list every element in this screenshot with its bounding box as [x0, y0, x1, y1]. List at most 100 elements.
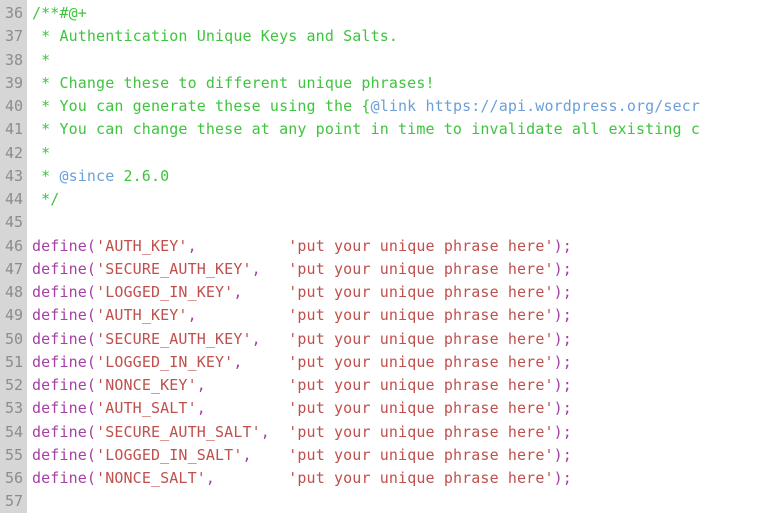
code-line[interactable]: *	[32, 142, 780, 165]
code-token-doc-tag: @since	[59, 166, 115, 185]
code-token-function: define(	[32, 306, 97, 325]
code-line[interactable]: * Authentication Unique Keys and Salts.	[32, 25, 780, 48]
code-token-punctuation: ,	[260, 422, 270, 441]
code-token-string: 'AUTH_KEY'	[96, 236, 188, 255]
code-line[interactable]: define('SECURE_AUTH_KEY', 'put your uniq…	[32, 328, 780, 351]
code-line[interactable]: define('NONCE_KEY', 'put your unique phr…	[32, 374, 780, 397]
line-number: 54	[4, 422, 23, 441]
code-line[interactable]: define('AUTH_SALT', 'put your unique phr…	[32, 397, 780, 420]
code-token-string: 'NONCE_SALT'	[96, 469, 206, 487]
code-token-punctuation: );	[553, 469, 572, 487]
code-line[interactable]: * Change these to different unique phras…	[32, 72, 780, 95]
code-line[interactable]: define('LOGGED_IN_KEY', 'put your unique…	[32, 351, 780, 374]
code-token-comment: *	[32, 166, 60, 185]
line-number-gutter[interactable]: 36 37 38 39 40 41 42 43 44 45 46 47 48 49 50 51 52 53 54 55…	[0, 0, 27, 513]
code-token-comment: * Change these to different unique phras…	[32, 73, 435, 92]
code-token-comment: *	[32, 143, 51, 162]
line-number: 47	[4, 259, 23, 278]
code-token-function: define(	[32, 259, 97, 278]
code-line[interactable]: */	[32, 188, 780, 211]
code-token-string: 'put your unique phrase here'	[288, 352, 554, 371]
code-token-punctuation: );	[553, 259, 572, 278]
line-number: 43	[4, 166, 23, 185]
code-token-punctuation: ,	[187, 236, 197, 255]
code-token-punctuation: );	[553, 399, 572, 418]
code-token-punctuation: ,	[242, 445, 252, 464]
code-token-string: 'put your unique phrase here'	[288, 329, 554, 348]
line-number: 38	[4, 50, 23, 69]
code-token-string: 'put your unique phrase here'	[288, 283, 554, 301]
code-line[interactable]	[32, 211, 780, 234]
line-number: 45	[4, 213, 23, 232]
line-number: 39	[4, 73, 23, 92]
code-token-punctuation: );	[553, 376, 572, 394]
code-line[interactable]: define('LOGGED_IN_KEY', 'put your unique…	[32, 281, 780, 304]
code-token-punctuation: );	[553, 352, 572, 371]
code-token-punctuation: ,	[187, 306, 197, 325]
code-line[interactable]: * You can generate these using the {@lin…	[32, 95, 780, 118]
code-token-string: 'put your unique phrase here'	[288, 306, 554, 325]
code-line[interactable]: define('NONCE_SALT', 'put your unique ph…	[32, 467, 780, 490]
code-line[interactable]: define('AUTH_KEY', 'put your unique phra…	[32, 304, 780, 327]
code-token-punctuation: );	[553, 236, 572, 255]
code-line[interactable]: * You can change these at any point in t…	[32, 118, 780, 141]
code-token-string: 'AUTH_KEY'	[96, 306, 188, 325]
code-token-string: 'put your unique phrase here'	[288, 259, 554, 278]
code-token-function: define(	[32, 329, 97, 348]
line-number: 57	[4, 492, 23, 511]
code-line[interactable]: define('LOGGED_IN_SALT', 'put your uniqu…	[32, 444, 780, 467]
code-token-function: define(	[32, 376, 97, 394]
code-token-string: 'put your unique phrase here'	[288, 445, 554, 464]
code-token-string: 'put your unique phrase here'	[288, 376, 554, 394]
code-line[interactable]: * @since 2.6.0	[32, 165, 780, 188]
code-token-string: 'put your unique phrase here'	[288, 399, 554, 418]
code-line[interactable]: define('SECURE_AUTH_KEY', 'put your uniq…	[32, 258, 780, 281]
code-content-area[interactable]: /**#@+ * Authentication Unique Keys and …	[27, 0, 780, 513]
code-token-comment: * You can generate these using the {	[32, 97, 371, 115]
code-token-comment: 2.6.0	[114, 166, 170, 185]
code-token-function: define(	[32, 236, 97, 255]
code-token-comment: *	[32, 50, 51, 69]
code-token-string: 'NONCE_KEY'	[96, 376, 197, 394]
line-number: 37	[4, 27, 23, 46]
line-number: 46	[4, 236, 23, 255]
code-token-punctuation: );	[553, 283, 572, 301]
code-token-punctuation: ,	[251, 259, 261, 278]
code-line[interactable]: /**#@+	[32, 2, 780, 25]
line-number: 50	[4, 329, 23, 348]
code-token-function: define(	[32, 283, 97, 301]
code-token-comment	[416, 97, 425, 115]
line-number: 40	[4, 97, 23, 115]
code-token-function: define(	[32, 422, 97, 441]
code-line[interactable]	[32, 490, 780, 513]
code-token-comment: /**#@+	[32, 4, 87, 22]
code-token-string: 'SECURE_AUTH_KEY'	[96, 259, 252, 278]
code-editor[interactable]: 36 37 38 39 40 41 42 43 44 45 46 47 48 49 50 51 52 53 54 55…	[0, 0, 780, 513]
code-token-link: https://api.wordpress.org/secr	[425, 97, 701, 115]
code-token-comment: * You can change these at any point in t…	[32, 120, 701, 139]
code-token-punctuation: );	[553, 306, 572, 325]
code-token-punctuation: ,	[196, 399, 206, 418]
code-token-string: 'LOGGED_IN_SALT'	[96, 445, 243, 464]
line-number: 49	[4, 306, 23, 325]
code-token-string: 'LOGGED_IN_KEY'	[96, 283, 234, 301]
line-number: 48	[4, 283, 23, 301]
code-line[interactable]: define('AUTH_KEY', 'put your unique phra…	[32, 235, 780, 258]
code-token-doc-tag: @link	[370, 97, 417, 115]
line-number: 44	[4, 190, 23, 208]
code-token-punctuation: );	[553, 445, 572, 464]
code-token-string: 'put your unique phrase here'	[288, 236, 554, 255]
code-line[interactable]: define('SECURE_AUTH_SALT', 'put your uni…	[32, 421, 780, 444]
code-line[interactable]: *	[32, 49, 780, 72]
code-token-function: define(	[32, 399, 97, 418]
code-token-function: define(	[32, 352, 97, 371]
